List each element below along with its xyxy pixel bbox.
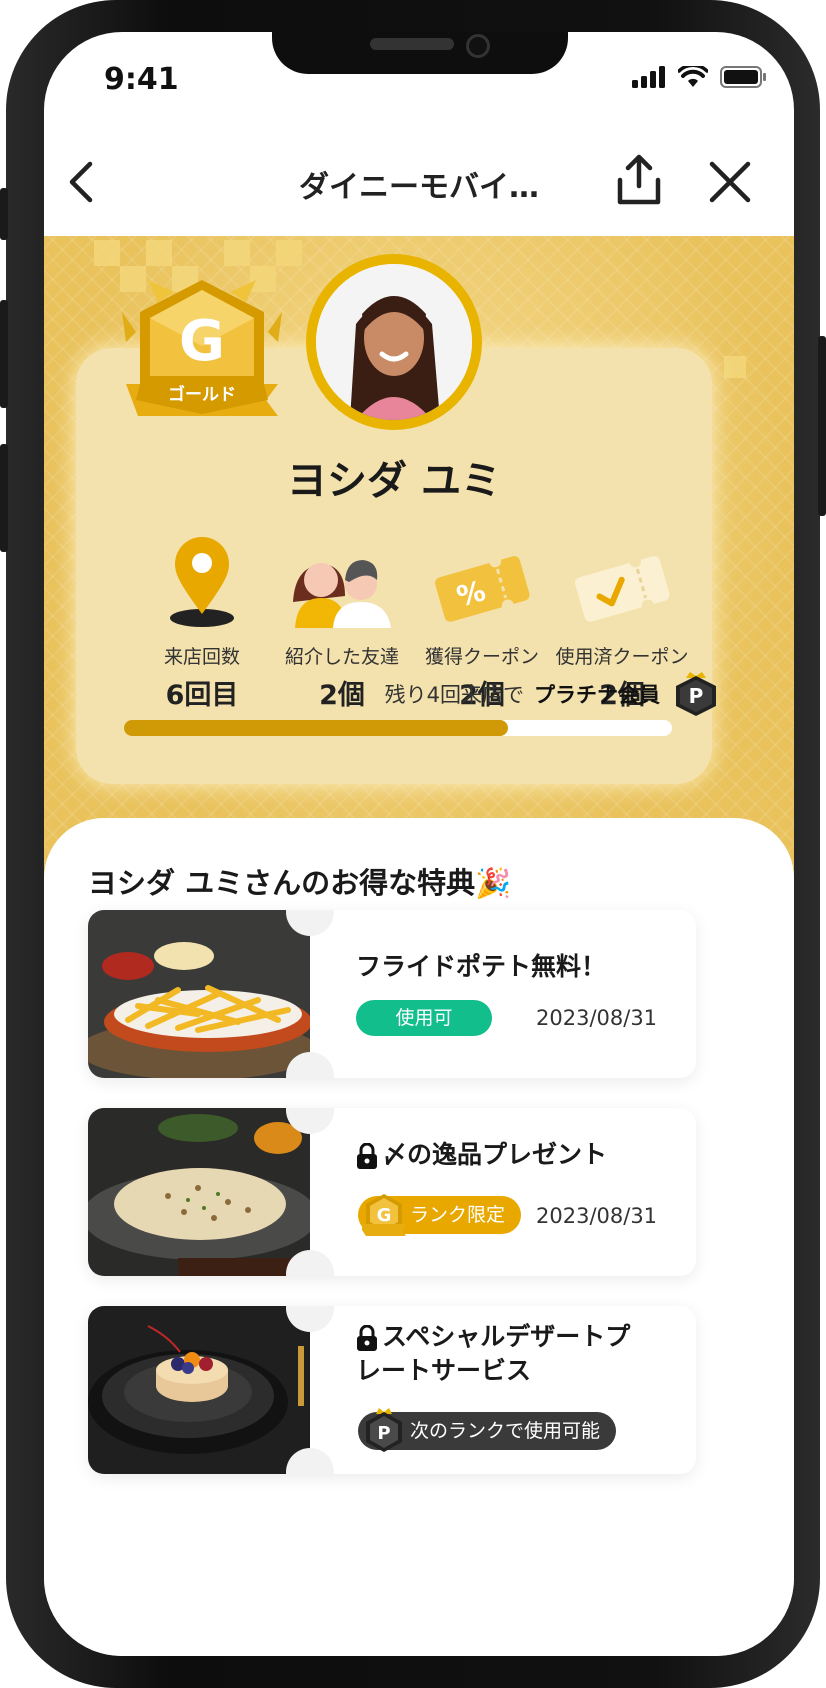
page-title: ダイニーモバイ…	[299, 170, 539, 205]
coupon-expiry-date: 2023/08/31	[536, 1006, 658, 1030]
next-rank-label: プラチナ会員	[534, 683, 660, 707]
coupon-title: スペシャルデザートプ レートサービス	[356, 1320, 630, 1388]
svg-text:P: P	[377, 1423, 390, 1444]
share-icon[interactable]	[614, 154, 664, 206]
rank-progress-text: 残り4回来店で プラチナ会員 P	[385, 668, 722, 720]
risotto-photo	[88, 1108, 310, 1276]
nav-bar: ダイニーモバイ…	[44, 132, 794, 237]
volume-up-button	[0, 300, 8, 408]
pattern-square	[276, 240, 302, 266]
lock-icon	[357, 1325, 377, 1351]
avatar-photo	[316, 264, 472, 420]
pattern-square	[146, 240, 172, 266]
location-pin-icon	[170, 537, 234, 627]
progress-remaining-text: 残り4回来店で	[384, 683, 524, 707]
stat-value: 6回目	[165, 680, 239, 711]
lock-icon	[357, 1143, 377, 1169]
avatar	[306, 254, 482, 430]
phone-frame: 9:41 ダイニーモバイ… G ゴールド ヨシダ ユミ 来店回数 6回目 紹介し…	[0, 0, 826, 1688]
coupon-title-line2: レートサービス	[356, 1356, 532, 1385]
stat-visits: 来店回数 6回目	[132, 524, 272, 712]
coupon-card-dessert[interactable]: スペシャルデザートプ レートサービス P 次のランクで使用可能	[88, 1306, 696, 1474]
fries-photo	[88, 910, 310, 1078]
coupon-percent-icon: %	[435, 555, 530, 622]
member-name: ヨシダ ユミ	[287, 458, 501, 504]
front-camera	[466, 34, 490, 58]
volume-down-button	[0, 444, 8, 552]
speaker	[370, 38, 454, 50]
benefits-section: ヨシダ ユミさんのお得な特典🎉 フライドポテト無料！ 使用可 2023/08/3…	[44, 818, 794, 1656]
rank-progress-fill	[124, 720, 508, 736]
platinum-rank-badge: P	[676, 672, 716, 716]
status-time: 9:41	[104, 62, 179, 97]
svg-text:G: G	[377, 1205, 392, 1226]
back-chevron-icon[interactable]	[60, 158, 108, 206]
mute-switch	[0, 188, 8, 240]
svg-text:P: P	[689, 684, 704, 708]
svg-text:ゴールド: ゴールド	[168, 384, 236, 405]
gold-rank-mini-badge: G	[362, 1194, 406, 1236]
rank-progress-bar	[124, 720, 672, 736]
status-badge-rank-limited: G ランク限定	[358, 1194, 522, 1236]
coupon-card-fries[interactable]: フライドポテト無料！ 使用可 2023/08/31	[88, 910, 696, 1078]
stat-label: 紹介した友達	[284, 646, 399, 668]
coupon-check-icon	[575, 555, 670, 622]
wifi-icon	[678, 66, 708, 87]
coupon-expiry-date: 2023/08/31	[536, 1204, 658, 1228]
status-badge-next-rank: P 次のランクで使用可能	[358, 1408, 617, 1452]
coupon-title-line1: スペシャルデザートプ	[382, 1322, 631, 1351]
pattern-square	[94, 240, 120, 266]
battery-icon	[720, 66, 766, 88]
status-badge-text: ランク限定	[410, 1204, 506, 1226]
stat-label: 獲得クーポン	[424, 646, 539, 668]
benefits-title: ヨシダ ユミさんのお得な特典🎉	[88, 866, 512, 900]
status-icons	[632, 66, 766, 88]
power-button	[818, 336, 826, 516]
membership-hero: G ゴールド ヨシダ ユミ 来店回数 6回目 紹介した友達 2個 % 獲得クーポ…	[44, 236, 794, 886]
friends-icon	[293, 560, 391, 628]
status-badge-text: 次のランクで使用可能	[410, 1420, 601, 1442]
dessert-photo	[88, 1306, 310, 1474]
status-badge-available: 使用可	[356, 1000, 492, 1036]
coupon-title-text: 〆の逸品プレゼント	[382, 1140, 608, 1169]
signal-icon	[632, 66, 665, 88]
close-icon[interactable]	[708, 160, 752, 204]
svg-text:G: G	[179, 309, 225, 374]
stat-label: 使用済クーポン	[555, 646, 689, 668]
platinum-rank-mini-badge: P	[366, 1408, 402, 1452]
pattern-square	[724, 356, 746, 378]
app-screen: 9:41 ダイニーモバイ… G ゴールド ヨシダ ユミ 来店回数 6回目 紹介し…	[44, 32, 794, 1656]
notch	[272, 32, 568, 74]
pattern-square	[224, 240, 250, 266]
coupon-title: 〆の逸品プレゼント	[356, 1138, 607, 1172]
coupon-card-shime[interactable]: 〆の逸品プレゼント G ランク限定 2023/08/31	[88, 1108, 696, 1276]
stat-label: 来店回数	[163, 646, 240, 668]
coupon-title: フライドポテト無料！	[356, 952, 607, 981]
gold-rank-badge: G ゴールド	[122, 280, 282, 416]
